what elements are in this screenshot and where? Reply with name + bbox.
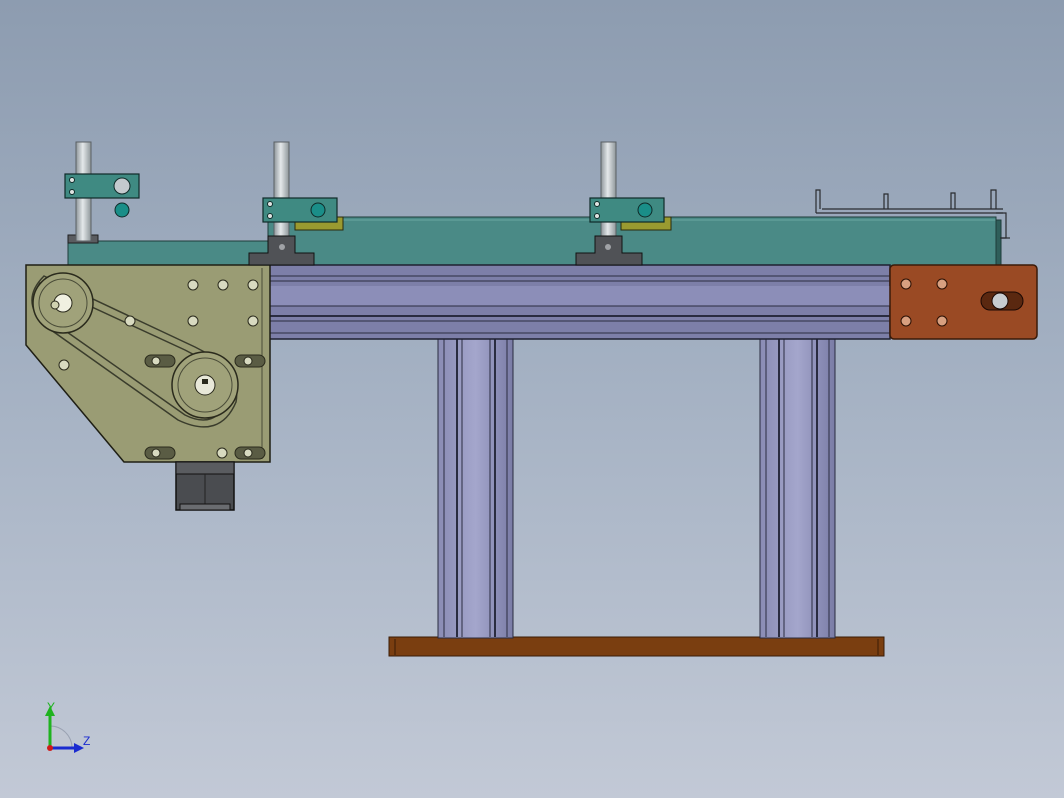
drive-plate [25,264,271,463]
motor [175,461,235,511]
guide-rod-2 [273,141,290,241]
guide-rod-3 [600,141,617,241]
conveyor-assembly-model[interactable] [0,0,1064,798]
base-plate [388,636,885,657]
conveyor-belt [67,216,1002,267]
left-leg [437,337,514,639]
triad-y-label: Y [47,700,56,714]
main-frame [261,264,891,340]
x-axis-point [47,745,53,751]
cad-viewport[interactable]: Y Z [0,0,1064,798]
end-plate [889,264,1038,340]
triad-z-label: Z [83,734,91,748]
right-leg [759,337,836,639]
